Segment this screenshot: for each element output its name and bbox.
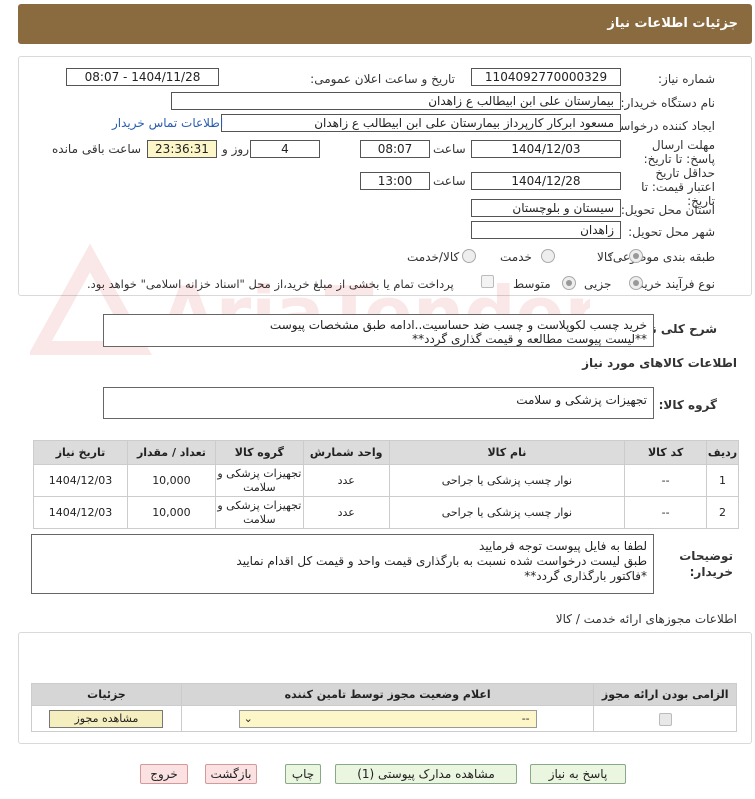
cell-name: نوار چسب پزشکی یا جراحی	[388, 464, 626, 497]
province-field: سیستان و بلوچستان	[471, 199, 621, 217]
category-option-goods: کالا	[597, 250, 614, 264]
category-option-goods-service: کالا/خدمت	[407, 250, 460, 264]
process-option-minor: جزیی	[584, 277, 612, 291]
col-group: گروه کالا	[214, 440, 304, 465]
remaining-time-label: ساعت باقی مانده	[52, 142, 142, 156]
permit-status-select[interactable]: -- ⌄	[238, 709, 537, 728]
cell-row: 1	[706, 464, 739, 497]
requester-label: ایجاد کننده درخواست:	[604, 119, 715, 133]
chevron-down-icon: ⌄	[243, 711, 253, 725]
permit-status-value: --	[521, 711, 530, 725]
reply-time-field: 08:07	[360, 140, 430, 158]
category-radio-service[interactable]	[541, 249, 555, 263]
permit-required-cell	[593, 705, 737, 732]
validity-date-field: 1404/12/28	[471, 172, 621, 190]
col-permit-status: اعلام وضعیت مجوز توسط تامین کننده	[180, 683, 595, 706]
table-row: 1 -- نوار چسب پزشکی یا جراحی عدد تجهیزات…	[33, 464, 739, 497]
cell-row: 2	[706, 496, 739, 529]
category-label: طبقه بندی موضوعی:	[608, 250, 715, 264]
col-name: نام کالا	[388, 440, 626, 465]
remaining-time-field: 23:36:31	[147, 140, 217, 158]
price-validity-label: حداقل تاریخ اعتبار قیمت: تا تاریخ:	[641, 166, 715, 208]
col-qty: تعداد / مقدار	[127, 440, 216, 465]
back-button[interactable]: بازگشت	[205, 764, 257, 784]
permits-title: اطلاعات مجوزهای ارائه خدمت / کالا	[555, 612, 737, 626]
process-radio-medium[interactable]	[562, 276, 576, 290]
col-date: تاریخ نیاز	[33, 440, 128, 465]
cell-group: تجهیزات پزشکی و سلامت	[214, 496, 304, 529]
treasury-payment-checkbox[interactable]	[481, 275, 494, 288]
buyer-notes-label: توضیحات خریدار:	[679, 549, 733, 579]
cell-unit: عدد	[302, 496, 390, 529]
page-title: جزئیات اطلاعات نیاز	[607, 16, 738, 31]
buyer-notes-textarea[interactable]: لطفا به فایل پیوست توجه فرمایید طبق لیست…	[31, 534, 654, 594]
cell-unit: عدد	[302, 464, 390, 497]
cell-date: 1404/12/03	[33, 496, 128, 529]
reply-button[interactable]: پاسخ به نیاز	[530, 764, 626, 784]
permits-table: الزامی بودن ارائه مجوز اعلام وضعیت مجوز …	[31, 683, 737, 732]
announce-date-field: 1404/11/28 - 08:07	[66, 68, 219, 86]
days-label: روز و	[222, 142, 249, 156]
treasury-payment-note: پرداخت تمام یا بخشی از مبلغ خرید،از محل …	[87, 277, 454, 291]
announce-date-label: تاریخ و ساعت اعلان عمومی:	[310, 72, 455, 86]
cell-qty: 10,000	[127, 496, 216, 529]
reply-date-field: 1404/12/03	[471, 140, 621, 158]
permit-details-cell: مشاهده مجوز	[31, 705, 182, 732]
cell-code: --	[624, 496, 708, 529]
validity-time-field: 13:00	[360, 172, 430, 190]
reply-time-label: ساعت	[433, 142, 466, 156]
category-radio-goods[interactable]	[629, 249, 643, 263]
items-table-header: ردیف کد کالا نام کالا واحد شمارش گروه کا…	[33, 440, 739, 465]
days-remaining-field: 4	[250, 140, 320, 158]
cell-date: 1404/12/03	[33, 464, 128, 497]
col-unit: واحد شمارش	[302, 440, 390, 465]
cell-qty: 10,000	[127, 464, 216, 497]
buyer-org-field: بیمارستان علی ابن ابیطالب ع زاهدان	[171, 92, 621, 110]
city-field: زاهدان	[471, 221, 621, 239]
requester-field: مسعود ابرکار کارپرداز بیمارستان علی ابن …	[221, 114, 621, 132]
process-radio-minor[interactable]	[629, 276, 643, 290]
cell-code: --	[624, 464, 708, 497]
table-row: 2 -- نوار چسب پزشکی یا جراحی عدد تجهیزات…	[33, 496, 739, 529]
reply-deadline-label: مهلت ارسال پاسخ: تا تاریخ:	[643, 138, 715, 166]
need-number-field: 1104092770000329	[471, 68, 621, 86]
goods-group-label: گروه کالا:	[658, 398, 717, 412]
view-permit-button[interactable]: مشاهده مجوز	[49, 709, 164, 728]
goods-group-field[interactable]: تجهیزات پزشکی و سلامت	[103, 387, 654, 419]
description-textarea[interactable]: خرید چسب لکوپلاست و چسب ضد حساسیت..ادامه…	[103, 314, 654, 347]
need-number-label: شماره نیاز:	[658, 72, 715, 86]
permits-table-header: الزامی بودن ارائه مجوز اعلام وضعیت مجوز …	[31, 683, 737, 706]
goods-info-title: اطلاعات کالاهای مورد نیاز	[582, 356, 737, 370]
buyer-contact-link[interactable]: اطلاعات تماس خریدار	[112, 116, 223, 130]
category-radio-goods-service[interactable]	[462, 249, 476, 263]
col-permit-details: جزئیات	[31, 683, 182, 706]
province-label: استان محل تحویل:	[620, 203, 715, 217]
exit-button[interactable]: خروج	[140, 764, 188, 784]
process-option-medium: متوسط	[513, 277, 551, 291]
page-header: جزئیات اطلاعات نیاز	[18, 4, 752, 44]
permit-status-cell: -- ⌄	[180, 705, 595, 732]
print-button[interactable]: چاپ	[285, 764, 321, 784]
col-row: ردیف	[706, 440, 739, 465]
col-permit-required: الزامی بودن ارائه مجوز	[593, 683, 737, 706]
cell-group: تجهیزات پزشکی و سلامت	[214, 464, 304, 497]
view-attachments-button[interactable]: مشاهده مدارک پیوستی (1)	[335, 764, 517, 784]
cell-name: نوار چسب پزشکی یا جراحی	[388, 496, 626, 529]
validity-time-label: ساعت	[433, 174, 466, 188]
table-row: -- ⌄ مشاهده مجوز	[31, 705, 737, 732]
buyer-org-label: نام دستگاه خریدار:	[620, 96, 716, 110]
city-label: شهر محل تحویل:	[628, 225, 715, 239]
category-option-service: خدمت	[500, 250, 532, 264]
items-table: ردیف کد کالا نام کالا واحد شمارش گروه کا…	[33, 440, 739, 529]
permit-required-checkbox	[658, 712, 672, 726]
col-code: کد کالا	[624, 440, 708, 465]
